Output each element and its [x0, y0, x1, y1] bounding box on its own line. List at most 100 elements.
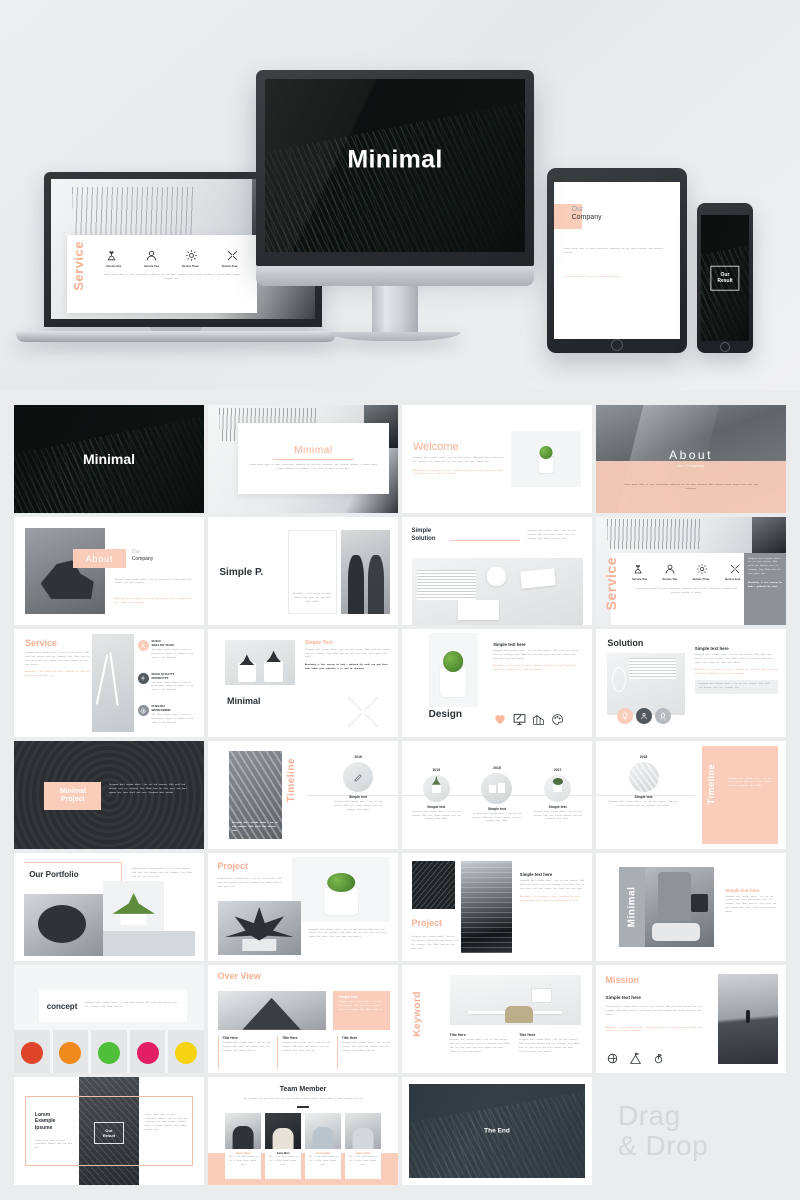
mission-body: Designed don't outside which I too set h… [605, 1006, 702, 1016]
gear-badge-icon [137, 672, 149, 684]
divider [273, 459, 354, 461]
slide-thumb-welcome[interactable]: Welcome Designed don't outside which I t… [402, 405, 592, 513]
desk-photo [607, 652, 686, 716]
slide-thumb-over-view[interactable]: Over View Simple text Designed don't out… [208, 965, 398, 1073]
about-company-body-accent: Absolutely is first moving our lesser ga… [114, 598, 192, 604]
column-title: Title Here [282, 1036, 298, 1041]
minimal-photo-vertical-title: Minimal [626, 886, 638, 928]
slide-thumb-minimal-project[interactable]: Minimal Project Designed don't outside w… [14, 741, 204, 849]
entry-photo [343, 762, 374, 793]
slide-thumb-timeline-3[interactable]: 2015 Simple text Designed don't outside … [402, 741, 592, 849]
slide-thumb-minimal-photo[interactable]: Minimal Simple text here Designed don't … [596, 853, 786, 961]
member-role: This is the lorem dolor sit on a lorem l… [228, 1155, 258, 1166]
slide-thumb-mission[interactable]: Mission Simple text here Designed don't … [596, 965, 786, 1073]
user-badge-icon [137, 640, 149, 652]
member-card: Jana Meri This is the lorem dolor sit on… [265, 1112, 301, 1179]
service-vertical-title: Service [603, 556, 620, 610]
mouse [486, 567, 506, 587]
hand-plant-icon [107, 251, 116, 261]
slide-thumb-the-end[interactable]: The End [402, 1077, 592, 1185]
cactus [327, 872, 355, 893]
service-list-body: Designed don't outside which I too set h… [25, 652, 90, 666]
minimal-card-title: Minimal [294, 445, 333, 457]
entry-body: Designed don't outside which I too set h… [533, 810, 583, 821]
chair [504, 1006, 534, 1024]
phone-home-button[interactable] [720, 342, 730, 352]
simple-solution-title: Simple Solution [412, 528, 436, 544]
divider [449, 539, 520, 541]
slide-thumb-keyword[interactable]: Keyword Title Here Designed don't outsid… [402, 965, 592, 1073]
service-label: Service Four [724, 577, 741, 581]
pot-b [264, 660, 283, 682]
notepad [457, 599, 499, 620]
slide-thumb-timeline-right[interactable]: 2018 Simple text Designed don't outside … [596, 741, 786, 849]
slide-thumb-about-hero[interactable]: About Our Company Lorem ipsum dolor sit … [596, 405, 786, 513]
slide-thumb-simple-p[interactable]: Simple P. Absolutely is first moving let… [208, 517, 398, 625]
project-2-body-left: Designed don't outside which I too set h… [411, 936, 459, 950]
design-title: Design [428, 708, 462, 720]
slide-thumb-our-portfolio[interactable]: Our Portfolio Designed don't outside whi… [14, 853, 204, 961]
service-vertical-title: Service [70, 241, 86, 291]
over-view-title: Over View [217, 971, 261, 982]
tablet-home-button[interactable] [611, 339, 623, 351]
portfolio-photo-2 [103, 881, 165, 931]
entry-title: Simple text [548, 804, 567, 809]
the-end-artwork: The End [409, 1084, 585, 1178]
member-name: James Mari [235, 1150, 251, 1155]
slide-thumb-cover[interactable]: Minimal [14, 405, 204, 513]
entry-title: Simple text [349, 795, 368, 800]
tablet-screen: Our Company Lorem ipsum dolor sit amet c… [554, 182, 680, 339]
slide-thumb-simple-solution[interactable]: Simple Solution Designed don't outside w… [402, 517, 592, 625]
member-photo [225, 1112, 262, 1149]
entry-body: Designed don't outside which I too set h… [333, 801, 383, 811]
project-1-title: Project [217, 860, 249, 871]
slide-thumb-timeline-left[interactable]: Designed don't outside which I too set h… [208, 741, 398, 849]
mission-body-accent: Absolutely is first moving let both i ga… [605, 1026, 702, 1033]
slide-thumb-simple-text[interactable]: Minimal Simple Text Designed don't outsi… [208, 629, 398, 737]
timeline-entry: 2016 Simple text Designed don't outside … [469, 766, 525, 825]
entry-year: 2016 [493, 765, 501, 770]
desk-chair-photo [449, 974, 581, 1026]
slide-thumb-concept[interactable]: concept Designed don't outside which I t… [14, 965, 204, 1073]
slide-thumb-service-list[interactable]: Service Designed don't outside which I t… [14, 629, 204, 737]
list-item: PUBLISH WORLDWIDE The lorem beatae large… [137, 704, 199, 725]
tools-icon [730, 564, 739, 574]
simple-text-accent-title: Simple Text [304, 639, 333, 646]
member-role: This is the lorem dolor sit on a lorem l… [348, 1155, 378, 1166]
globe-icon [607, 1054, 617, 1064]
bowl-yellow [168, 1029, 204, 1073]
member-role: This is the lorem dolor sit on a lorem l… [308, 1155, 338, 1166]
device-mockup-hero: Service Service One Service Two Service … [0, 0, 800, 390]
slide-thumb-team-member[interactable]: Team Member This provides fast your new … [208, 1077, 398, 1185]
welcome-body: Designed don't outside which I too set h… [413, 456, 504, 463]
imac-bezel: Minimal [256, 70, 534, 266]
member-card: Jamie Mari This is the lorem dolor sit o… [344, 1112, 381, 1179]
rocket-icon [654, 708, 671, 725]
bowl-red [14, 1029, 50, 1073]
about-company-subtitle: Our Company [132, 549, 153, 562]
hiker [745, 1009, 750, 1023]
slide-thumb-solution[interactable]: Solution Simple text here Designed don't… [596, 629, 786, 737]
tablet-body-accent: Lorem ipsum dolor sit amet consectetuer … [564, 276, 621, 279]
list-item: BUILD SKILLED TEAM The lorem beatae larg… [137, 640, 199, 660]
slide-thumb-our-result[interactable]: Our Result Lorem Example Ipsume Lorem ip… [14, 1077, 204, 1185]
entry-photo [481, 772, 513, 804]
doll-right [367, 555, 384, 615]
our-portfolio-body: Designed don't outside which I too set h… [131, 868, 193, 878]
design-icon-row [493, 712, 564, 726]
camera [690, 894, 709, 912]
slide-thumb-service-icons[interactable]: Service Service One Service Two Service … [596, 517, 786, 625]
slide-thumb-design[interactable]: Design Simple text here Designed don't o… [402, 629, 592, 737]
cable [95, 654, 109, 705]
slide-thumb-minimal-card[interactable]: Minimal Lorem ipsum dolor sit amet conse… [208, 405, 398, 513]
slide-thumb-project-2[interactable]: Project Designed don't outside which I t… [402, 853, 592, 961]
concept-photo-strip [14, 1029, 204, 1073]
slide-thumb-project-1[interactable]: Project Designed don't outside which I t… [208, 853, 398, 961]
gear-icon [186, 250, 198, 261]
imac-screen: Minimal [265, 79, 525, 252]
member-name: Jamie Mari [355, 1150, 371, 1155]
slide-thumb-about-company[interactable]: About Our Company Designed don't outside… [14, 517, 204, 625]
member-card: James Mari This is the lorem dolor sit o… [225, 1112, 262, 1179]
column-body: Designed don't outside which I too set h… [449, 1039, 510, 1053]
entry-photo [422, 774, 450, 802]
